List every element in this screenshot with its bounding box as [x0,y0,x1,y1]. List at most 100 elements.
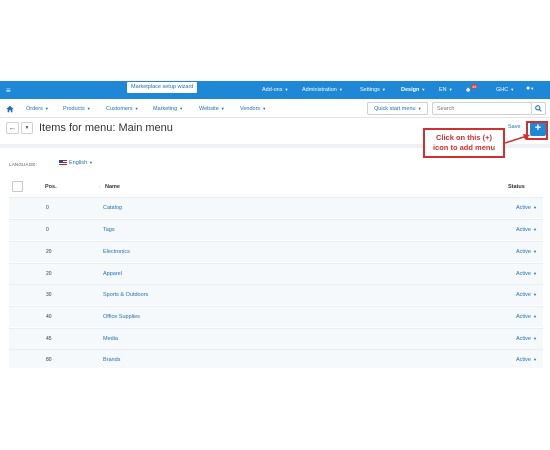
table-row[interactable]: 20 Electronics Active ▼ [9,241,543,262]
topbar-language-label: EN [439,87,447,93]
callout-line-2: icon to add menu [432,143,496,152]
nav-products-label: Products [63,106,85,112]
storefront-icon[interactable]: ≡ [6,86,11,95]
topbar-administration-label: Administration [302,87,337,93]
save-button[interactable]: Save [508,124,521,130]
back-button[interactable]: ← [6,122,19,134]
topbar-addons-label: Add-ons [262,87,283,93]
table-row[interactable]: 30 Sports & Outdoors Active ▼ [9,284,543,305]
nav-customers[interactable]: Customers ▼ [106,99,139,118]
row-status-dropdown[interactable]: Active ▼ [516,205,537,211]
search-button[interactable] [532,102,546,115]
chevron-down-icon: ▼ [532,314,537,319]
table-row[interactable]: 80 Brands Active ▼ [9,349,543,368]
top-bar: ≡ Marketplace setup wizard Add-ons ▼ Admi… [0,81,550,99]
chevron-down-icon: ▼ [532,357,537,362]
page-title: Items for menu: Main menu [39,122,173,134]
home-icon[interactable] [6,105,14,113]
table-row[interactable]: 0 Catalog Active ▼ [9,197,543,218]
chevron-down-icon: ▼ [44,106,49,111]
row-name-link[interactable]: Apparel [103,271,122,277]
row-position: 0 [46,227,49,233]
topbar-addons[interactable]: Add-ons ▼ [262,81,288,99]
admin-app: ≡ Marketplace setup wizard Add-ons ▼ Admi… [0,81,550,368]
nav-vendors[interactable]: Vendors ▼ [240,99,266,118]
tutorial-callout: Click on this (+) icon to add menu [423,128,505,158]
row-position: 30 [46,292,52,298]
search-input[interactable] [432,102,532,115]
chevron-down-icon: ▼ [338,87,343,92]
chevron-down-icon: ▼ [532,336,537,341]
sort-icon[interactable]: › [99,184,100,189]
quick-start-menu[interactable]: Quick start menu ▼ [367,102,428,115]
nav-marketing[interactable]: Marketing ▼ [153,99,183,118]
topbar-settings[interactable]: Settings ▼ [360,81,386,99]
row-position: 20 [46,249,52,255]
chevron-down-icon: ▼ [532,227,537,232]
user-icon[interactable]: ●▼ [526,85,534,92]
row-status-label: Active [516,314,531,320]
chevron-down-icon: ▼ [24,125,30,131]
column-header-name[interactable]: Name [105,184,120,190]
table-row[interactable]: 0 Tags Active ▼ [9,219,543,240]
main-nav: Orders ▼ Products ▼ Customers ▼ Marketing ▼ … [0,99,550,118]
us-flag-icon [59,160,67,166]
row-status-dropdown[interactable]: Active ▼ [516,227,537,233]
history-dropdown[interactable]: ▼ [21,122,33,134]
topbar-currency-label: GHC [496,87,509,93]
row-name-link[interactable]: Media [103,336,118,342]
row-status-dropdown[interactable]: Active ▼ [516,314,537,320]
chevron-down-icon: ▼ [89,160,94,165]
row-name-link[interactable]: Office Supplies [103,314,140,320]
row-name-link[interactable]: Catalog [103,205,122,211]
chevron-down-icon: ▼ [421,87,426,92]
arrow-left-icon: ← [8,123,17,132]
topbar-design[interactable]: Design ▼ [401,81,425,99]
select-all-checkbox[interactable] [12,181,23,192]
table-row[interactable]: 45 Media Active ▼ [9,328,543,349]
nav-orders[interactable]: Orders ▼ [26,99,49,118]
language-value: English [69,160,88,166]
chevron-down-icon: ▼ [448,87,453,92]
table-row[interactable]: 40 Office Supplies Active ▼ [9,306,543,327]
row-name-link[interactable]: Electronics [103,249,130,255]
row-position: 20 [46,271,52,277]
bell-icon[interactable]: ♠ [466,85,470,94]
column-header-pos[interactable]: Pos. [45,184,57,190]
row-status-label: Active [516,292,531,298]
topbar-administration[interactable]: Administration ▼ [302,81,343,99]
nav-website-label: Website [199,106,219,112]
row-name-link[interactable]: Sports & Outdoors [103,292,148,298]
row-name-link[interactable]: Brands [103,357,120,363]
row-status-label: Active [516,336,531,342]
topbar-currency[interactable]: GHC ▼ [496,81,514,99]
topbar-design-label: Design [401,87,420,93]
chevron-down-icon: ▼ [284,87,289,92]
row-status-dropdown[interactable]: Active ▼ [516,292,537,298]
nav-products[interactable]: Products ▼ [63,99,91,118]
row-status-dropdown[interactable]: Active ▼ [516,357,537,363]
quick-start-label: Quick start menu [374,106,416,112]
chevron-down-icon: ▼ [510,87,515,92]
row-status-dropdown[interactable]: Active ▼ [516,336,537,342]
nav-vendors-label: Vendors [240,106,261,112]
chevron-down-icon: ▼ [134,106,139,111]
row-status-label: Active [516,357,531,363]
chevron-down-icon: ▼ [262,106,267,111]
callout-line-1: Click on this (+) [435,133,493,142]
language-select[interactable]: English ▼ [59,160,93,166]
row-position: 40 [46,314,52,320]
chevron-down-icon: ▼ [381,87,386,92]
topbar-language[interactable]: EN ▼ [439,81,453,99]
row-status-dropdown[interactable]: Active ▼ [516,249,537,255]
chevron-down-icon: ▼ [179,106,184,111]
column-header-status: Status [508,184,525,190]
nav-website[interactable]: Website ▼ [199,99,225,118]
row-status-label: Active [516,271,531,277]
row-status-dropdown[interactable]: Active ▼ [516,271,537,277]
setup-wizard-tooltip[interactable]: Marketplace setup wizard [127,82,198,93]
table-row[interactable]: 20 Apparel Active ▼ [9,263,543,284]
row-name-link[interactable]: Tags [103,227,115,233]
notification-badge: 45 [471,84,478,89]
add-button-highlight [526,121,548,140]
